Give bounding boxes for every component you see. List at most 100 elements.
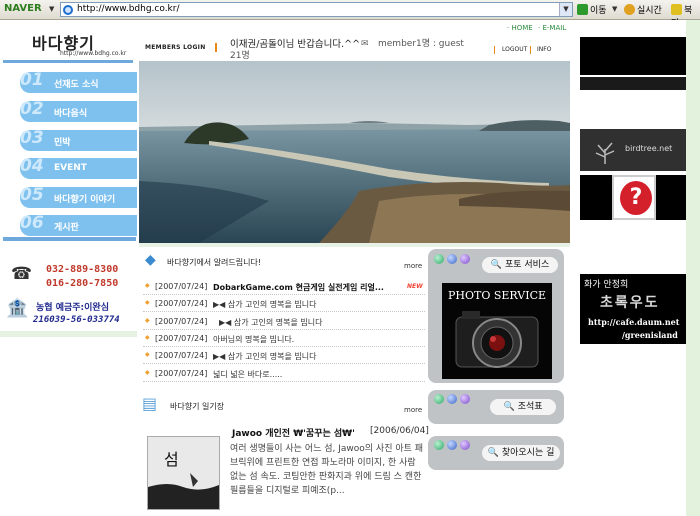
bank-icon: 🏦 xyxy=(6,298,29,319)
bookmark-icon xyxy=(671,4,682,15)
notice-row[interactable]: ◆ [2007/07/24] 넓디 넓은 바다로..... xyxy=(143,365,425,382)
green-dot-icon xyxy=(434,394,444,404)
logout-link[interactable]: LOGOUT xyxy=(502,46,527,53)
notice-row[interactable]: ◆ [2007/07/24] ▶◀ 삼가 고인의 명복을 빕니다 xyxy=(143,313,425,330)
photo-service-button[interactable]: 🔍 포토 서비스 xyxy=(482,257,558,273)
go-arrow-icon xyxy=(577,4,588,15)
home-link[interactable]: · HOME xyxy=(507,24,533,32)
bullet-icon: ◆ xyxy=(145,317,150,324)
members-login-bar xyxy=(215,43,217,52)
photo-service-image[interactable]: PHOTO SERVICE xyxy=(442,283,552,379)
diary-title: 바다향기 일기장 xyxy=(170,402,225,411)
diary-thumbnail[interactable]: 섬 xyxy=(147,436,220,510)
right-edge-strip xyxy=(686,20,700,516)
tree-icon xyxy=(595,142,615,164)
separator xyxy=(494,46,495,54)
question-box: ? xyxy=(612,175,656,220)
right-column xyxy=(570,20,700,516)
menu-item-event[interactable]: 04 EVENT xyxy=(20,156,137,179)
realtime-button[interactable]: 실시간 xyxy=(624,3,662,16)
naver-logo[interactable]: NAVER xyxy=(4,3,42,14)
purple-dot-icon xyxy=(460,254,470,264)
directions-button[interactable]: 🔍 찾아오시는 길 xyxy=(482,445,560,461)
diary-text: 여러 생명들이 사는 어느 섬, Jawoo의 사진 아트 패브릭위에 프린트한… xyxy=(230,444,424,496)
address-bar[interactable]: http://www.bdhg.co.kr/ ▼ xyxy=(60,2,573,17)
left-divider xyxy=(0,331,137,337)
menu-item-food[interactable]: 02 바다음식 xyxy=(20,99,137,122)
phone-number-1: 032-889-8300 xyxy=(46,264,119,275)
notice-row[interactable]: ◆ [2007/07/24] 아버님의 명복을 빕니다. xyxy=(143,330,425,347)
banner-ad-strip[interactable] xyxy=(580,77,686,90)
email-link[interactable]: · E-MAIL xyxy=(538,24,566,32)
search-icon: 🔍 xyxy=(503,402,515,412)
menu-item-story[interactable]: 05 바다향기 이야기 xyxy=(20,185,137,208)
diary-stack-icon: ▤ xyxy=(142,394,158,413)
artist-name: 화가 안정희 xyxy=(584,280,629,290)
naver-dropdown-icon[interactable]: ▼ xyxy=(49,5,54,13)
notice-row[interactable]: ◆ [2007/07/24] DobarkGame.com 현금게임 실전게임 리얼… xyxy=(143,278,425,295)
bank-account: 216039-56-033774 xyxy=(33,315,120,325)
notice-row[interactable]: ◆ [2007/07/24] ▶◀ 삼가 고인의 명복을 빕니다 xyxy=(143,347,425,364)
purple-dot-icon xyxy=(460,440,470,450)
widget-dots xyxy=(434,394,473,407)
phone-icon: ☎ xyxy=(11,264,33,284)
directions-widget: 🔍 찾아오시는 길 xyxy=(428,436,564,470)
diary-headline[interactable]: Jawoo 개인전 ₩'꿈꾸는 섬₩' xyxy=(232,426,355,439)
page-icon xyxy=(63,5,73,15)
purple-dot-icon xyxy=(460,394,470,404)
notice-more-link[interactable]: more xyxy=(404,262,422,270)
banner-title: 초록우도 xyxy=(600,295,660,311)
menu-item-lodging[interactable]: 03 민박 xyxy=(20,128,137,151)
camera-illustration: PHOTO SERVICE xyxy=(442,283,552,379)
widget-dots xyxy=(434,440,473,453)
green-dot-icon xyxy=(434,440,444,450)
notice-title: 바다향기에서 알려드립니다! xyxy=(167,258,262,267)
hero-seascape-image xyxy=(139,61,570,243)
bank-name: 농협 예금주:이완심 xyxy=(36,303,109,313)
address-text[interactable]: http://www.bdhg.co.kr/ xyxy=(77,4,180,14)
seascape-illustration xyxy=(139,61,570,243)
menu-item-news[interactable]: 01 선재도 소식 xyxy=(20,70,137,93)
question-icon: ? xyxy=(620,181,652,215)
hero-divider xyxy=(139,243,570,247)
question-banner[interactable]: ? xyxy=(580,175,686,220)
green-dot-icon xyxy=(434,254,444,264)
diary-thumbnail-art: 섬 xyxy=(148,437,219,509)
bullet-icon: ◆ xyxy=(145,369,150,376)
birdtree-text: birdtree.net xyxy=(625,144,673,153)
realtime-icon xyxy=(624,4,635,15)
banner-url: http://cafe.daum.net xyxy=(588,317,680,327)
address-dropdown-icon[interactable]: ▼ xyxy=(559,3,572,16)
blue-dot-icon xyxy=(447,440,457,450)
menu-divider xyxy=(3,237,136,241)
search-icon: 🔍 xyxy=(490,260,502,270)
phone-number-2: 016-280-7850 xyxy=(46,278,119,289)
site-logo-url: http://www.bdhg.co.kr xyxy=(60,50,127,57)
go-button[interactable]: 이동 xyxy=(577,3,607,16)
bullet-icon: ◆ xyxy=(145,282,150,289)
search-icon: 🔍 xyxy=(487,448,499,458)
diary-more-link[interactable]: more xyxy=(404,406,422,414)
banner-url-path: /greenisland xyxy=(622,330,678,340)
blue-dot-icon xyxy=(447,254,457,264)
guest-count: 21명 xyxy=(230,51,250,61)
notice-cube-icon: ◆ xyxy=(145,252,156,268)
widget-dots xyxy=(434,254,473,267)
info-link[interactable]: INFO xyxy=(537,46,551,53)
new-badge: NEW xyxy=(407,283,423,290)
mail-icon[interactable]: ✉ xyxy=(361,39,369,49)
notice-row[interactable]: ◆ [2007/07/24] ▶◀ 삼가 고인의 명복을 빕니다 xyxy=(143,295,425,312)
go-dropdown-icon[interactable]: ▼ xyxy=(612,5,617,13)
birdtree-banner[interactable]: birdtree.net xyxy=(580,129,686,171)
tide-table-button[interactable]: 🔍 조석표 xyxy=(490,399,556,415)
members-login-label: MEMBERS LOGIN xyxy=(145,44,206,51)
banner-ad-black[interactable] xyxy=(580,37,686,75)
menu-item-board[interactable]: 06 게시판 xyxy=(20,213,137,236)
header-divider xyxy=(3,60,133,63)
photo-service-text: PHOTO SERVICE xyxy=(448,289,546,302)
bullet-icon: ◆ xyxy=(145,299,150,306)
bullet-icon: ◆ xyxy=(145,334,150,341)
blue-dot-icon xyxy=(447,394,457,404)
green-island-banner[interactable]: 화가 안정희 초록우도 http://cafe.daum.net /greeni… xyxy=(580,274,686,344)
thumb-text: 섬 xyxy=(164,450,179,469)
